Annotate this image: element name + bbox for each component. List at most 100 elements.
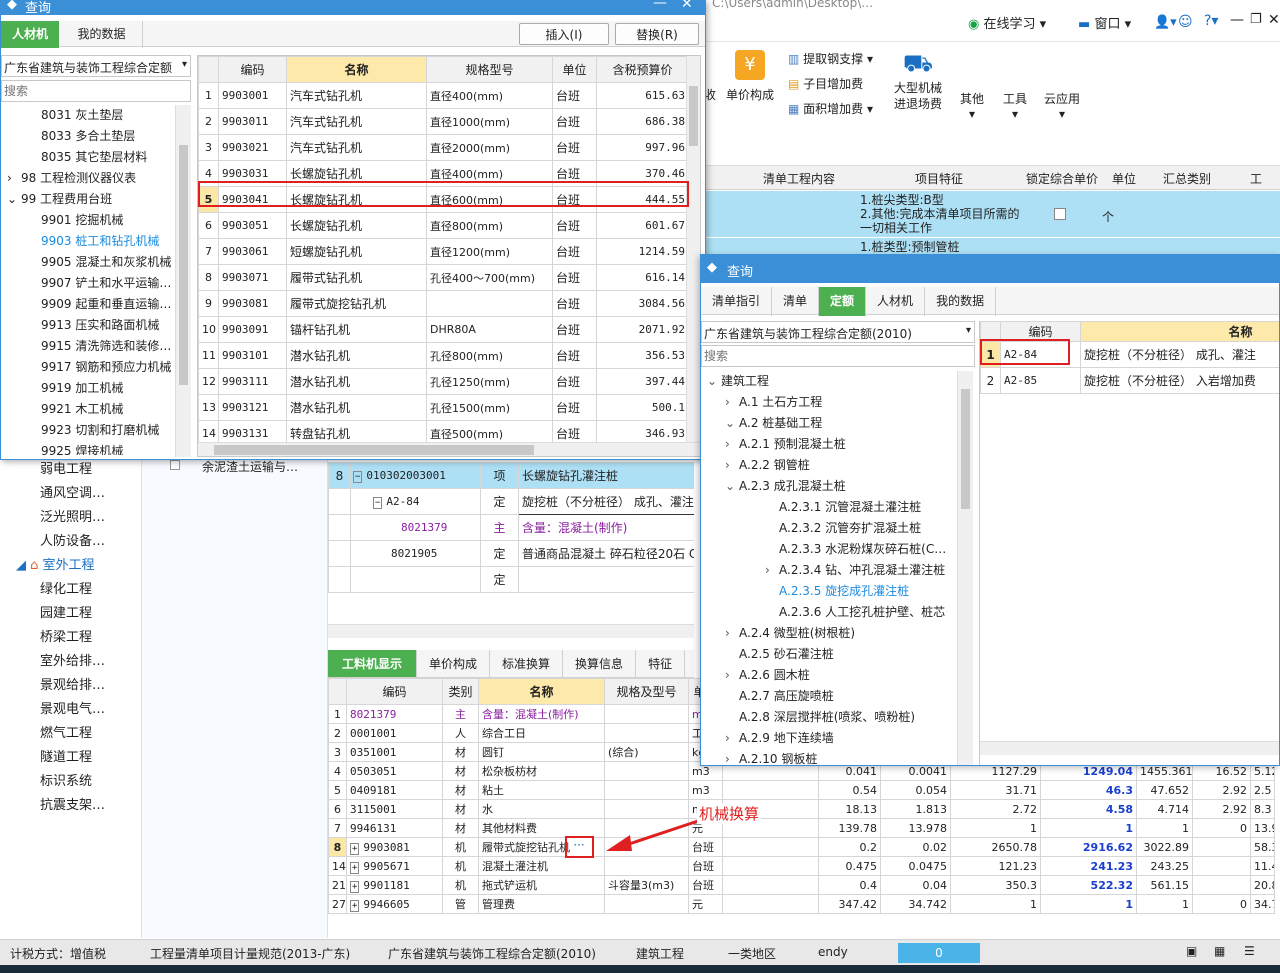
resource-row[interactable]: 14 +9905671 机混凝土灌注机 台班 0.475 0.0475 121.23 241.…	[328, 856, 1275, 876]
nav-item[interactable]: 景观电气…	[0, 698, 141, 722]
tree-node[interactable]: 9903 桩工和钻孔机械	[1, 231, 175, 252]
expand-toggle-icon[interactable]: −	[353, 471, 363, 483]
chevron-down-icon[interactable]: ⌄	[7, 189, 21, 210]
nav-item[interactable]: 景观给排…	[0, 674, 141, 698]
nav-item[interactable]: 弱电工程	[0, 458, 141, 482]
tree-node[interactable]: 9923 切割和打磨机械	[1, 420, 175, 441]
materials-row[interactable]: 3 9903021 汽车式钻孔机 直径2000(mm) 台班 997.96	[198, 134, 689, 161]
materials-row[interactable]: 2 9903011 汽车式钻孔机 直径1000(mm) 台班 686.38	[198, 108, 689, 135]
window-menu[interactable]: ▬ 窗口 ▾	[1078, 15, 1131, 35]
dialog1-close-icon[interactable]: ✕	[681, 0, 693, 12]
materials-row[interactable]: 12 9903111 潜水钻孔机 孔径1250(mm) 台班 397.44	[198, 368, 689, 395]
resource-row[interactable]: 8 +9903081 机履带式旋挖钻孔机 台班 0.2 0.02 2650.78 2916.6…	[328, 837, 1275, 857]
materials-row[interactable]: 1 9903001 汽车式钻孔机 直径400(mm) 台班 615.63	[198, 82, 689, 109]
nav-item[interactable]: 室外给排…	[0, 650, 141, 674]
quota-tree-node[interactable]: › A.2.6 圆木桩	[701, 665, 957, 686]
sheet-row-2[interactable]: 1.桩类型:预制管桩	[706, 238, 1280, 254]
nav-item-outdoor[interactable]: ◢ ⌂ 室外工程	[0, 554, 141, 578]
resource-row[interactable]: 79946131材其他材料费元139.7813.978111013.98	[328, 818, 1275, 838]
grid-icon[interactable]: ▦	[1214, 944, 1225, 958]
quota-tree-node[interactable]: ⌄ 建筑工程	[701, 371, 957, 392]
user-icon[interactable]: 👤▾	[1154, 15, 1177, 30]
close-icon[interactable]: ✕	[1268, 12, 1280, 28]
tree-node[interactable]: 8035 其它垫层材料	[1, 147, 175, 168]
quota-tree-node[interactable]: A.2.3.6 人工挖孔桩护壁、桩芯	[701, 602, 957, 623]
materials-row[interactable]: 11 9903101 潜水钻孔机 孔径800(mm) 台班 356.53	[198, 342, 689, 369]
materials-row[interactable]: 13 9903121 潜水钻孔机 孔径1500(mm) 台班 500.1	[198, 394, 689, 421]
nav-item[interactable]: 泛光照明…	[0, 506, 141, 530]
quota-tree-node[interactable]: › A.2.9 地下连续墙	[701, 728, 957, 749]
area-fee-button[interactable]: ▦ 面积增加费 ▾	[788, 100, 873, 117]
nav-item[interactable]: 隧道工程	[0, 746, 141, 770]
materials-row[interactable]: 8 9903071 履带式钻孔机 孔径400～700(mm) 台班 616.14	[198, 264, 689, 291]
materials-row[interactable]: 10 9903091 锚杆钻孔机 DHR80A 台班 2071.92	[198, 316, 689, 343]
chevron-right-icon[interactable]: ›	[765, 560, 779, 581]
quota-list-hscroll[interactable]	[980, 741, 1279, 755]
dialog1-minimize-icon[interactable]: —	[653, 0, 667, 11]
list-icon[interactable]: ☰	[1244, 944, 1255, 958]
resource-row[interactable]: 27+9946605管管理费元347.4234.742111034.74	[328, 894, 1275, 914]
detail-tab[interactable]: 换算信息	[563, 650, 637, 677]
quota-tree-node[interactable]: › A.2.4 微型桩(树根桩)	[701, 623, 957, 644]
quota-row[interactable]: 8021905 定普通商品混凝土 碎石粒径20石 C	[328, 540, 694, 567]
tree-node[interactable]: 9917 钢筋和预应力机械	[1, 357, 175, 378]
chevron-right-icon[interactable]: ›	[7, 168, 21, 189]
quota-dialog-tab[interactable]: 清单指引	[701, 287, 773, 316]
partial-item[interactable]: 余泥渣土运输与…	[202, 458, 322, 475]
sub-fee-button[interactable]: ▤ 子目增加费	[788, 75, 863, 92]
restore-icon[interactable]: ❐	[1250, 12, 1262, 27]
chevron-right-icon[interactable]: ›	[725, 623, 739, 644]
layout-icon[interactable]: ▣	[1186, 944, 1197, 958]
chevron-down-icon[interactable]: ⌄	[725, 476, 739, 497]
quota-tree-node[interactable]: › A.2.3.4 钻、冲孔混凝土灌注桩	[701, 560, 957, 581]
quota-tree-node[interactable]: A.2.3.2 沉管夯扩混凝土桩	[701, 518, 957, 539]
quota-tree-node[interactable]: › A.2.10 钢板桩	[701, 749, 957, 767]
lock-price-checkbox[interactable]	[1054, 208, 1066, 220]
quota-tree-node[interactable]: A.2.7 高压旋喷桩	[701, 686, 957, 707]
cloud-menu[interactable]: 云应用 ▾	[1044, 90, 1080, 121]
quota-row-highlight[interactable]	[980, 339, 1070, 365]
chevron-down-icon[interactable]: ⌄	[725, 413, 739, 434]
quota-row[interactable]: 8−010302003001 项长螺旋钻孔灌注桩	[328, 462, 694, 489]
tree-node[interactable]: › 98 工程检测仪器仪表	[1, 168, 175, 189]
quota-dialog-tab[interactable]: 人材机	[866, 287, 926, 316]
tab-my-data[interactable]: 我的数据	[61, 21, 143, 48]
convert-ellipsis-button[interactable]: ···	[568, 839, 590, 854]
materials-hscroll[interactable]	[198, 442, 700, 456]
tab-materials[interactable]: 人材机	[1, 21, 59, 48]
tree-node[interactable]: 9919 加工机械	[1, 378, 175, 399]
nav-item[interactable]: 抗震支架…	[0, 794, 141, 818]
quota-tree-node[interactable]: A.2.3.5 旋挖成孔灌注桩	[701, 581, 957, 602]
tree-node[interactable]: 9905 混凝土和灰浆机械	[1, 252, 175, 273]
detail-tab[interactable]: 标准换算	[490, 650, 564, 677]
expand-toggle-icon[interactable]: +	[350, 861, 360, 874]
quota-dialog-tab[interactable]: 清单	[772, 287, 820, 316]
nav-item[interactable]: 人防设备…	[0, 530, 141, 554]
tree-node[interactable]: ⌄ 99 工程费用台班	[1, 189, 175, 210]
extract-steel-button[interactable]: ▥ 提取钢支撑 ▾	[788, 50, 873, 67]
resource-row[interactable]: 5 0409181 材粘土 m3 0.54 0.054 31.71 46.3 47.652 2.9…	[328, 780, 1275, 800]
tree-node[interactable]: 8031 灰土垫层	[1, 105, 175, 126]
tree-node[interactable]: 9915 清洗筛选和装修…	[1, 336, 175, 357]
quota-dialog-tab[interactable]: 定额	[819, 287, 867, 316]
quota-row[interactable]: 8021379 主含量：混凝土(制作)	[328, 514, 694, 541]
detail-tab[interactable]: 工料机显示	[328, 650, 418, 677]
other-menu[interactable]: 其他 ▾	[960, 90, 984, 121]
tree-node[interactable]: 8033 多合土垫层	[1, 126, 175, 147]
quota-tree-scrollbar[interactable]	[957, 371, 973, 765]
search-input[interactable]	[1, 80, 191, 102]
selected-row-highlight[interactable]	[198, 181, 689, 207]
quota-dialog-tab[interactable]: 我的数据	[925, 287, 997, 316]
detail-tab[interactable]: 单价构成	[417, 650, 491, 677]
partial-checkbox[interactable]	[170, 460, 180, 470]
quota-tree-node[interactable]: ⌄ A.2.3 成孔混凝土桩	[701, 476, 957, 497]
dialog2-titlebar[interactable]	[701, 255, 1279, 283]
chevron-right-icon[interactable]: ›	[725, 728, 739, 749]
nav-item[interactable]: 通风空调…	[0, 482, 141, 506]
quota-tree-node[interactable]: A.2.8 深层搅拌桩(喷浆、喷粉桩)	[701, 707, 957, 728]
online-learn-button[interactable]: ◉ 在线学习 ▾	[968, 15, 1046, 35]
quota-hscroll[interactable]	[328, 624, 694, 638]
tree-node[interactable]: 9925 焊接机械	[1, 441, 175, 455]
nav-item[interactable]: 燃气工程	[0, 722, 141, 746]
chevron-down-icon[interactable]: ⌄	[707, 371, 721, 392]
